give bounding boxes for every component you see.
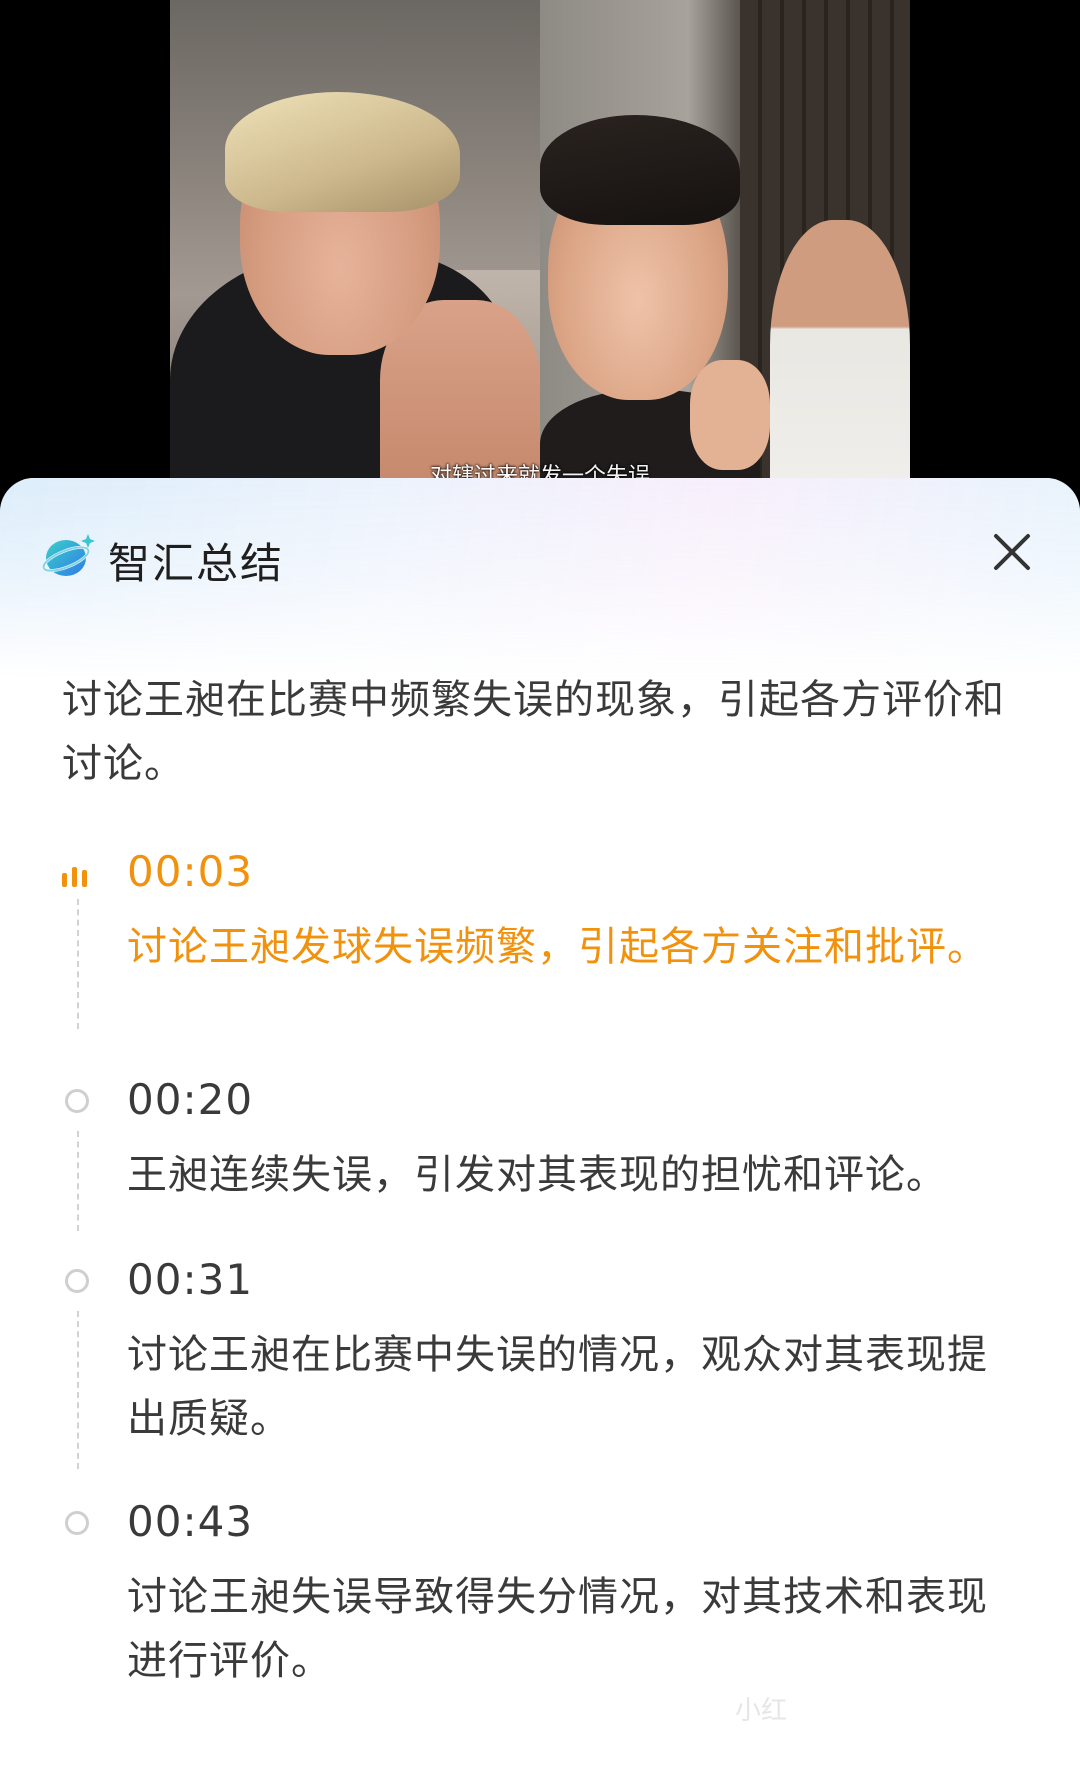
timeline-connector bbox=[77, 899, 79, 1029]
chapter-description: 讨论王昶失误导致得失分情况，对其技术和表现进行评价。 bbox=[127, 1574, 988, 1684]
video-frame-right bbox=[540, 0, 910, 490]
watermark: 小红 bbox=[735, 1696, 788, 1726]
timeline-connector bbox=[77, 1311, 79, 1469]
timestamp[interactable]: 00:03 bbox=[127, 847, 253, 896]
zhihui-logo-icon bbox=[42, 534, 95, 576]
chapter-description: 讨论王昶发球失误频繁，引起各方关注和批评。 bbox=[127, 924, 988, 970]
timeline-dot-icon bbox=[65, 1089, 89, 1113]
panel-title: 智汇总结 bbox=[108, 539, 285, 588]
timeline-connector bbox=[77, 1131, 79, 1231]
playing-bars-icon bbox=[62, 861, 92, 887]
video-player[interactable]: 对辖过来就发一个失误 bbox=[0, 0, 1080, 490]
close-icon[interactable] bbox=[990, 530, 1034, 574]
timeline-dot-icon bbox=[65, 1511, 89, 1535]
timestamp[interactable]: 00:43 bbox=[127, 1497, 253, 1546]
timeline-dot-icon bbox=[65, 1269, 89, 1293]
chapter-description: 王昶连续失误，引发对其表现的担忧和评论。 bbox=[127, 1152, 947, 1198]
sheet-header: 智汇总结 bbox=[0, 478, 1080, 628]
timestamp[interactable]: 00:20 bbox=[127, 1075, 253, 1124]
video-frame-left bbox=[170, 0, 540, 490]
summary-sheet: 智汇总结 讨论王昶在比赛中频繁失误的现象，引起各方评价和讨论。 00:03 讨论… bbox=[0, 478, 1080, 1768]
chapter-description: 讨论王昶在比赛中失误的情况，观众对其表现提出质疑。 bbox=[127, 1332, 988, 1442]
summary-text: 讨论王昶在比赛中频繁失误的现象，引起各方评价和讨论。 bbox=[62, 677, 1005, 787]
timestamp[interactable]: 00:31 bbox=[127, 1255, 253, 1304]
